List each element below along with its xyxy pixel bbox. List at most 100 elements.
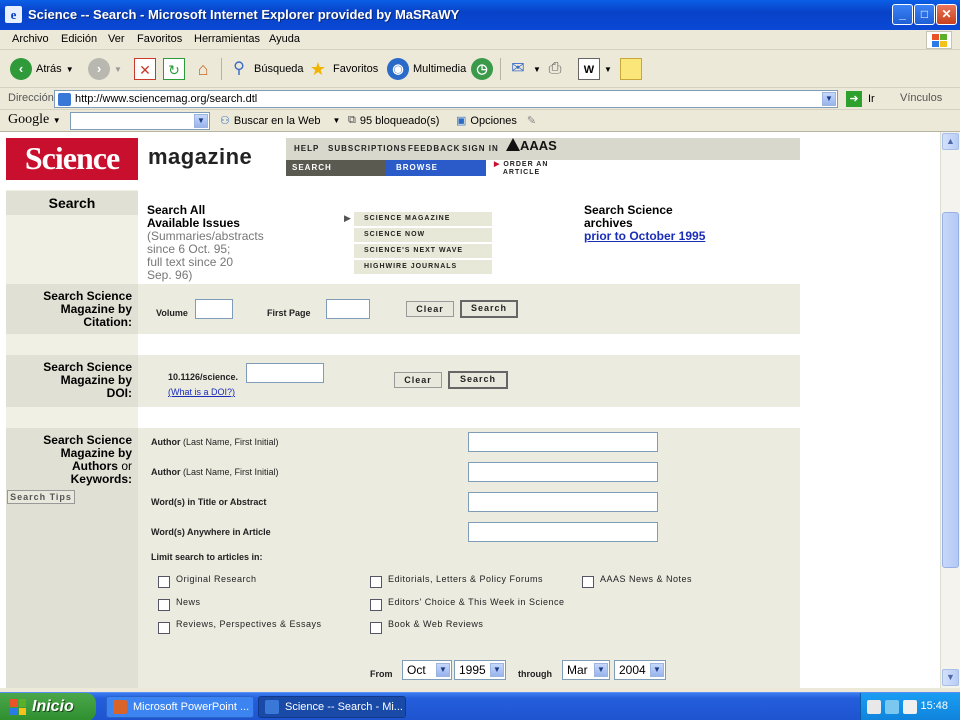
google-search-dropdown-icon[interactable]: ▼: [194, 114, 208, 128]
back-button[interactable]: ‹ Atrás ▼: [10, 56, 74, 82]
address-dropdown-icon[interactable]: ▼: [822, 92, 836, 106]
vertical-scrollbar[interactable]: ▲ ▼: [940, 132, 960, 688]
search-web-button[interactable]: ⚇ Buscar en la Web ▼: [220, 114, 341, 128]
google-menu-dropdown-icon[interactable]: ▼: [53, 116, 61, 125]
ie-app-icon[interactable]: e: [5, 6, 22, 23]
checkbox-news[interactable]: [158, 599, 170, 611]
menu-ayuda[interactable]: Ayuda: [269, 33, 300, 45]
search-tips-button[interactable]: Search Tips: [7, 490, 75, 504]
nav-help[interactable]: HELP: [294, 144, 319, 153]
home-button[interactable]: ⌂: [192, 56, 214, 82]
title-bar[interactable]: e Science -- Search - Microsoft Internet…: [0, 0, 960, 30]
to-month-select[interactable]: Mar ▼: [562, 660, 610, 680]
citation-clear-button[interactable]: Clear: [406, 301, 454, 317]
start-button[interactable]: Inicio: [0, 693, 96, 720]
google-search-input[interactable]: ▼: [70, 112, 210, 130]
task-science-search[interactable]: Science -- Search - Mi...: [258, 696, 406, 718]
checkbox-original-research[interactable]: [158, 576, 170, 588]
aaas-logo[interactable]: AAAS: [506, 138, 557, 153]
pencil-icon[interactable]: ✎: [527, 114, 536, 127]
edit-dropdown-icon[interactable]: ▼: [604, 65, 612, 74]
scroll-up-icon[interactable]: ▲: [942, 133, 959, 150]
from-month-select[interactable]: Oct ▼: [402, 660, 452, 680]
network-icon[interactable]: [885, 700, 899, 714]
address-input[interactable]: http://www.sciencemag.org/search.dtl ▼: [54, 90, 838, 108]
scroll-thumb[interactable]: [942, 212, 959, 568]
maximize-button[interactable]: □: [914, 4, 935, 25]
edit-button[interactable]: W ▼: [578, 56, 612, 82]
author2-label-text: Author: [151, 467, 181, 477]
task-powerpoint[interactable]: Microsoft PowerPoint ...: [106, 696, 254, 718]
volume-icon[interactable]: [903, 700, 917, 714]
nav-sign-in[interactable]: SIGN IN: [462, 144, 499, 153]
author2-input[interactable]: [468, 462, 658, 482]
minimize-button[interactable]: _: [892, 4, 913, 25]
to-year-dropdown-icon[interactable]: ▼: [650, 663, 664, 677]
refresh-button[interactable]: ↻: [163, 56, 185, 82]
to-year-select[interactable]: 2004 ▼: [614, 660, 666, 680]
google-logo-text: Google: [8, 112, 50, 127]
address-url[interactable]: http://www.sciencemag.org/search.dtl: [75, 93, 257, 105]
search-button[interactable]: ⚲ Búsqueda: [228, 56, 303, 82]
popup-blocked-icon: ⧉: [348, 114, 356, 126]
stop-button[interactable]: ✕: [134, 56, 156, 82]
scroll-down-icon[interactable]: ▼: [942, 669, 959, 686]
science-logo[interactable]: Science: [6, 138, 138, 180]
doi-search-button[interactable]: Search: [448, 371, 508, 389]
citation-search-button[interactable]: Search: [460, 300, 518, 318]
pub-science-now[interactable]: SCIENCE NOW: [354, 228, 492, 242]
clock[interactable]: 15:48: [920, 700, 948, 712]
menu-edicion[interactable]: Edición: [61, 33, 97, 45]
tab-browse[interactable]: BROWSE: [386, 160, 486, 176]
tab-search[interactable]: SEARCH: [286, 160, 386, 176]
print-button[interactable]: ⎙: [544, 56, 566, 82]
nav-feedback[interactable]: FEEDBACK: [408, 144, 460, 153]
menu-herramientas[interactable]: Herramientas: [194, 33, 260, 45]
tray-back-icon[interactable]: [867, 700, 881, 714]
pub-next-wave[interactable]: SCIENCE'S NEXT WAVE: [354, 244, 492, 258]
from-year-select[interactable]: 1995 ▼: [454, 660, 506, 680]
google-logo[interactable]: Google ▼: [8, 112, 61, 128]
checkbox-editorials[interactable]: [370, 576, 382, 588]
menu-ver[interactable]: Ver: [108, 33, 125, 45]
magnifier-icon: ⚲: [233, 60, 245, 77]
checkbox-reviews[interactable]: [158, 622, 170, 634]
order-article-link[interactable]: ▶ ORDER AN ARTICLE: [494, 161, 548, 177]
close-button[interactable]: ✕: [936, 4, 957, 25]
favorites-button[interactable]: ★ Favoritos: [307, 56, 378, 82]
toolbar-separator: [500, 58, 501, 80]
back-dropdown-icon[interactable]: ▼: [66, 65, 74, 74]
first-page-input[interactable]: [326, 299, 370, 319]
doi-clear-button[interactable]: Clear: [394, 372, 442, 388]
what-is-doi-link[interactable]: (What is a DOI?): [168, 387, 235, 397]
forward-dropdown-icon[interactable]: ▼: [114, 65, 122, 74]
from-year-dropdown-icon[interactable]: ▼: [490, 663, 504, 677]
mail-button[interactable]: ✉ ▼: [507, 56, 541, 82]
checkbox-aaas-news[interactable]: [582, 576, 594, 588]
mail-dropdown-icon[interactable]: ▼: [533, 65, 541, 74]
forward-button[interactable]: › ▼: [88, 56, 122, 82]
checkbox-editors-choice[interactable]: [370, 599, 382, 611]
popup-blocker-button[interactable]: ⧉ 95 bloqueado(s): [348, 114, 439, 127]
nav-subscriptions[interactable]: SUBSCRIPTIONS: [328, 144, 407, 153]
anywhere-input[interactable]: [468, 522, 658, 542]
archives-link[interactable]: prior to October 1995: [584, 229, 705, 243]
title-abstract-input[interactable]: [468, 492, 658, 512]
author1-input[interactable]: [468, 432, 658, 452]
menu-archivo[interactable]: Archivo: [12, 33, 49, 45]
pub-highwire[interactable]: HIGHWIRE JOURNALS: [354, 260, 492, 274]
google-options-button[interactable]: ▣ Opciones ✎: [456, 114, 536, 128]
menu-favoritos[interactable]: Favoritos: [137, 33, 182, 45]
multimedia-button[interactable]: ◉ Multimedia: [387, 56, 466, 82]
doi-input[interactable]: [246, 363, 324, 383]
from-month-dropdown-icon[interactable]: ▼: [436, 663, 450, 677]
to-month-dropdown-icon[interactable]: ▼: [594, 663, 608, 677]
checkbox-book-web[interactable]: [370, 622, 382, 634]
volume-input[interactable]: [195, 299, 233, 319]
note-button[interactable]: [620, 56, 642, 82]
pub-science-magazine[interactable]: SCIENCE MAGAZINE: [354, 212, 492, 226]
search-web-dropdown-icon[interactable]: ▼: [333, 116, 341, 125]
history-button[interactable]: ◷: [471, 56, 493, 82]
links-button[interactable]: Vínculos: [900, 92, 942, 104]
go-button[interactable]: ➜ Ir: [846, 91, 875, 107]
